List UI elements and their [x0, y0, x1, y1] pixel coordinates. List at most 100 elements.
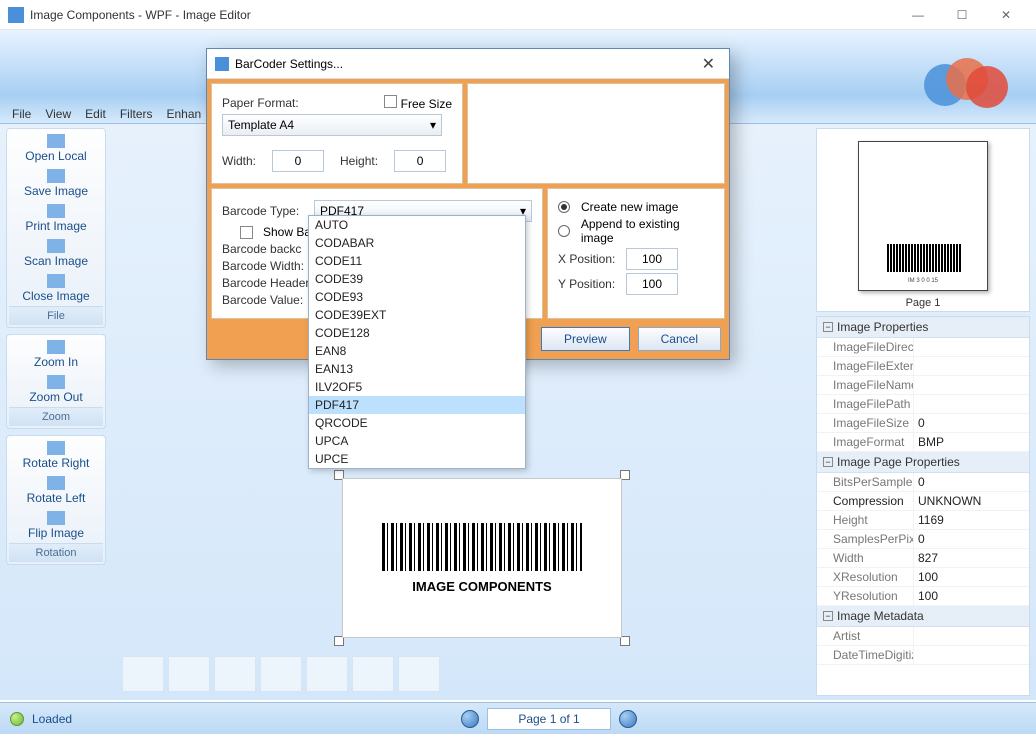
- append-radio[interactable]: [558, 225, 570, 237]
- page-next-button[interactable]: [619, 710, 637, 728]
- prop-cat-page[interactable]: −Image Page Properties: [817, 452, 1029, 473]
- dialog-title: BarCoder Settings...: [235, 57, 343, 71]
- dialog-icon: [215, 57, 229, 71]
- dialog-close-button[interactable]: ✕: [696, 54, 721, 74]
- tool-group-file-label: File: [9, 306, 103, 325]
- prop-cat-image[interactable]: −Image Properties: [817, 317, 1029, 338]
- paper-format-label: Paper Format:: [222, 96, 299, 110]
- y-position-input[interactable]: [626, 273, 678, 295]
- property-grid[interactable]: −Image Properties ImageFileDirectcImageF…: [816, 316, 1030, 696]
- dropdown-option[interactable]: CODE128: [309, 324, 525, 342]
- scan-image-button[interactable]: Scan Image: [9, 236, 103, 271]
- dropdown-option[interactable]: CODE39: [309, 270, 525, 288]
- thumb-item[interactable]: [214, 656, 256, 692]
- x-position-input[interactable]: [626, 248, 678, 270]
- thumb-item[interactable]: [398, 656, 440, 692]
- menu-view[interactable]: View: [45, 107, 71, 121]
- menu-enhance[interactable]: Enhan: [167, 107, 202, 121]
- close-image-button[interactable]: Close Image: [9, 271, 103, 306]
- barcode-preview-canvas[interactable]: IMAGE COMPONENTS: [342, 478, 622, 638]
- menu-edit[interactable]: Edit: [85, 107, 106, 121]
- dropdown-option[interactable]: QRCODE: [309, 414, 525, 432]
- dropdown-option[interactable]: PDF417: [309, 396, 525, 414]
- page-indicator: Page 1 of 1: [487, 708, 610, 730]
- dropdown-option[interactable]: EAN13: [309, 360, 525, 378]
- prop-row[interactable]: ImageFileSize0: [817, 414, 1029, 433]
- menu-filters[interactable]: Filters: [120, 107, 153, 121]
- rotate-left-button[interactable]: Rotate Left: [9, 473, 103, 508]
- show-barcode-checkbox[interactable]: [240, 226, 253, 239]
- dialog-titlebar[interactable]: BarCoder Settings... ✕: [207, 49, 729, 79]
- tool-group-rotation-label: Rotation: [9, 543, 103, 562]
- main-menu: File View Edit Filters Enhan: [12, 107, 201, 121]
- right-panel: IM 3 0 0 15 Page 1 −Image Properties Ima…: [816, 128, 1030, 696]
- rotate-right-button[interactable]: Rotate Right: [9, 438, 103, 473]
- free-size-checkbox[interactable]: [384, 95, 397, 108]
- create-new-radio[interactable]: [558, 201, 570, 213]
- zoom-out-button[interactable]: Zoom Out: [9, 372, 103, 407]
- print-image-button[interactable]: Print Image: [9, 201, 103, 236]
- menu-file[interactable]: File: [12, 107, 31, 121]
- window-title: Image Components - WPF - Image Editor: [30, 8, 251, 22]
- dropdown-option[interactable]: EAN8: [309, 342, 525, 360]
- dropdown-option[interactable]: AUTO: [309, 216, 525, 234]
- prop-row[interactable]: YResolution100: [817, 587, 1029, 606]
- prop-cat-meta[interactable]: −Image Metadata: [817, 606, 1029, 627]
- prop-row[interactable]: ImageFilePath: [817, 395, 1029, 414]
- zoom-in-button[interactable]: Zoom In: [9, 337, 103, 372]
- close-button[interactable]: ✕: [984, 1, 1028, 29]
- prop-row[interactable]: SamplesPerPixel0: [817, 530, 1029, 549]
- dropdown-option[interactable]: UPCE: [309, 450, 525, 468]
- window-titlebar: Image Components - WPF - Image Editor — …: [0, 0, 1036, 30]
- prop-row[interactable]: ImageFileExtens: [817, 357, 1029, 376]
- brand-logo: [924, 52, 1014, 112]
- page-label: Page 1: [841, 297, 1005, 309]
- tool-group-rotation: Rotate Right Rotate Left Flip Image Rota…: [6, 435, 106, 565]
- tool-group-file: Open Local Save Image Print Image Scan I…: [6, 128, 106, 328]
- prop-row[interactable]: Width827: [817, 549, 1029, 568]
- status-text: Loaded: [32, 712, 72, 726]
- save-image-button[interactable]: Save Image: [9, 166, 103, 201]
- maximize-button[interactable]: ☐: [940, 1, 984, 29]
- thumb-item[interactable]: [306, 656, 348, 692]
- thumb-item[interactable]: [352, 656, 394, 692]
- dropdown-option[interactable]: UPCA: [309, 432, 525, 450]
- prop-row[interactable]: CompressionUNKNOWN: [817, 492, 1029, 511]
- thumb-item[interactable]: [122, 656, 164, 692]
- tool-group-zoom: Zoom In Zoom Out Zoom: [6, 334, 106, 429]
- dropdown-option[interactable]: CODE39EXT: [309, 306, 525, 324]
- pager: Page 1 of 1: [461, 708, 636, 730]
- dropdown-option[interactable]: CODABAR: [309, 234, 525, 252]
- prop-row[interactable]: BitsPerSample0: [817, 473, 1029, 492]
- prop-row[interactable]: Height1169: [817, 511, 1029, 530]
- prop-row[interactable]: ImageFormatBMP: [817, 433, 1029, 452]
- prop-row[interactable]: XResolution100: [817, 568, 1029, 587]
- open-local-button[interactable]: Open Local: [9, 131, 103, 166]
- thumb-item[interactable]: [260, 656, 302, 692]
- prop-row[interactable]: ImageFileDirectc: [817, 338, 1029, 357]
- page-prev-button[interactable]: [461, 710, 479, 728]
- status-bar: Loaded Page 1 of 1: [0, 702, 1036, 734]
- thumb-item[interactable]: [168, 656, 210, 692]
- cancel-button[interactable]: Cancel: [638, 327, 721, 351]
- thumbnail-strip: [122, 656, 440, 692]
- page-thumbnail[interactable]: IM 3 0 0 15: [858, 141, 988, 291]
- app-icon: [8, 7, 24, 23]
- prop-row[interactable]: ImageFileName: [817, 376, 1029, 395]
- dropdown-option[interactable]: CODE93: [309, 288, 525, 306]
- width-input[interactable]: [272, 150, 324, 172]
- status-icon: [10, 712, 24, 726]
- preview-button[interactable]: Preview: [541, 327, 630, 351]
- barcode-text: IMAGE COMPONENTS: [412, 579, 551, 594]
- paper-format-select[interactable]: Template A4▾: [222, 114, 442, 136]
- prop-row[interactable]: DateTimeDigitiz: [817, 646, 1029, 665]
- flip-image-button[interactable]: Flip Image: [9, 508, 103, 543]
- dropdown-option[interactable]: CODE11: [309, 252, 525, 270]
- height-input[interactable]: [394, 150, 446, 172]
- minimize-button[interactable]: —: [896, 1, 940, 29]
- prop-row[interactable]: Artist: [817, 627, 1029, 646]
- barcode-type-dropdown[interactable]: AUTOCODABARCODE11CODE39CODE93CODE39EXTCO…: [308, 215, 526, 469]
- page-preview: IM 3 0 0 15 Page 1: [816, 128, 1030, 312]
- dropdown-option[interactable]: ILV2OF5: [309, 378, 525, 396]
- chevron-down-icon: ▾: [430, 118, 436, 132]
